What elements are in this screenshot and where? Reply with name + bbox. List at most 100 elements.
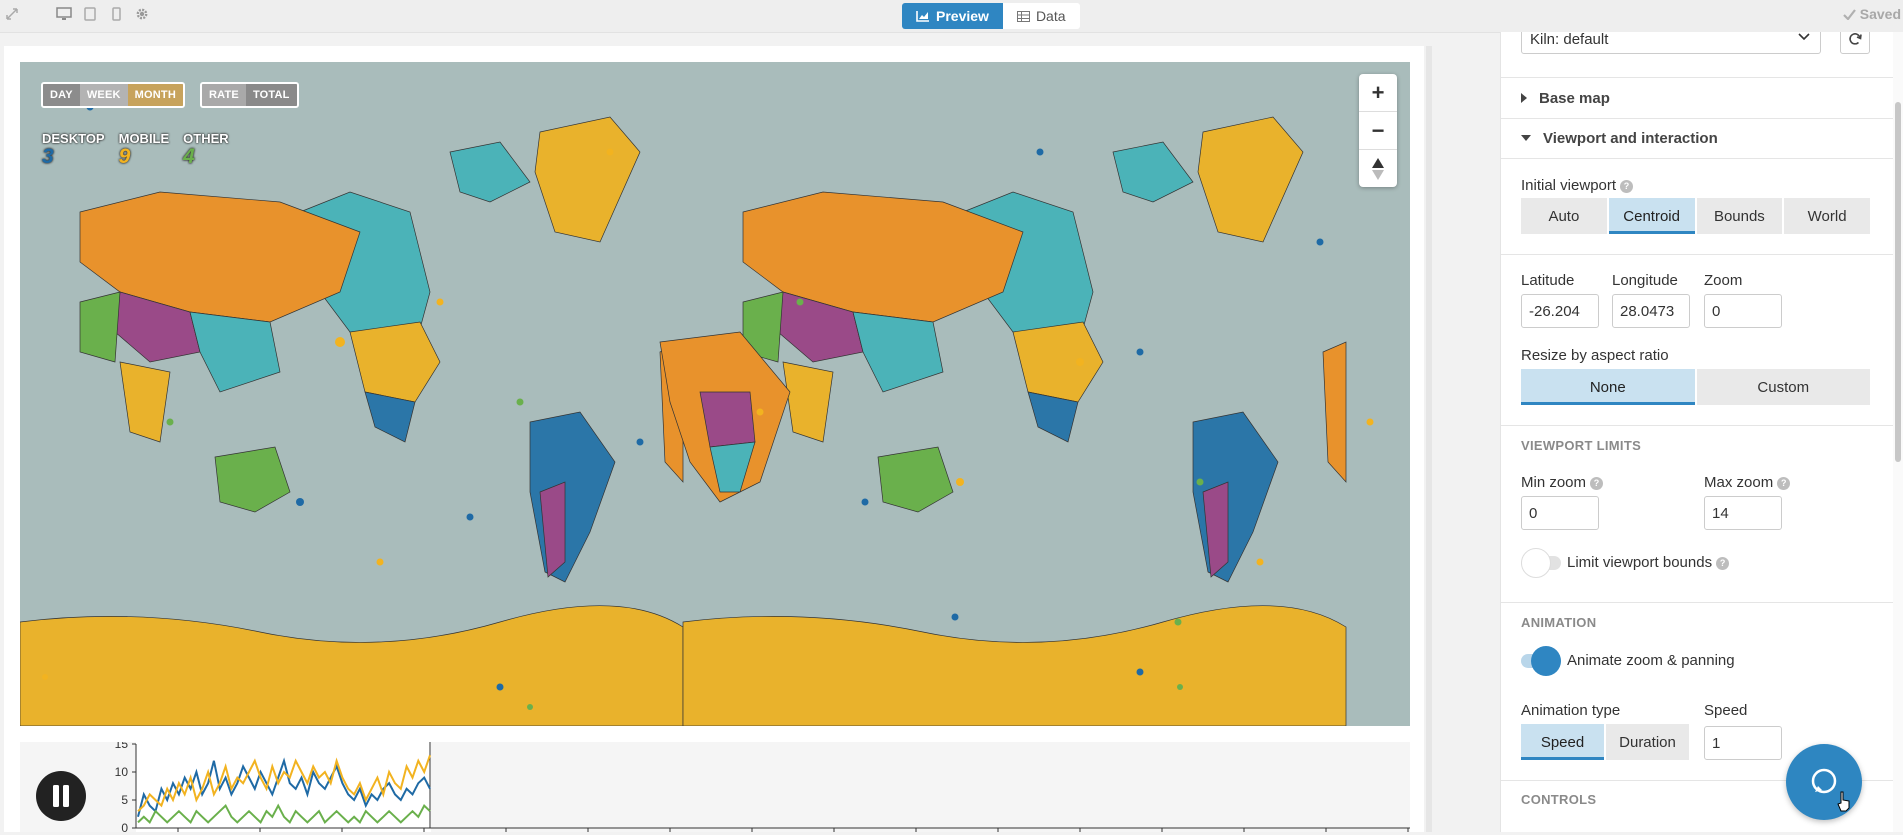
tab-preview-label: Preview bbox=[936, 8, 989, 24]
section-base-map[interactable]: Base map bbox=[1501, 77, 1903, 119]
legend-desktop-label: DESKTOP bbox=[42, 131, 105, 146]
legend-mobile: MOBILE 9 bbox=[119, 131, 170, 168]
legend-other: OTHER 4 bbox=[183, 131, 229, 168]
resize-aspect-options: None Custom bbox=[1521, 369, 1870, 405]
viewport-limits-heading: VIEWPORT LIMITS bbox=[1521, 438, 1642, 453]
device-toolbar bbox=[4, 6, 150, 22]
limit-bounds-text: Limit viewport bounds bbox=[1567, 554, 1713, 571]
help-icon[interactable]: ? bbox=[1777, 476, 1791, 490]
animation-heading: ANIMATION bbox=[1521, 615, 1597, 630]
caret-right-icon bbox=[1521, 93, 1527, 103]
desktop-icon[interactable] bbox=[56, 6, 72, 22]
initial-viewport-options: Auto Centroid Bounds World bbox=[1521, 198, 1870, 234]
help-icon[interactable]: ? bbox=[1590, 476, 1604, 490]
tab-data-label: Data bbox=[1035, 8, 1066, 24]
max-zoom-input[interactable]: 14 bbox=[1704, 496, 1782, 530]
time-range-buttons: DAY WEEK MONTH bbox=[41, 82, 185, 108]
section-base-map-label: Base map bbox=[1539, 89, 1610, 107]
chat-bubble-icon bbox=[1811, 768, 1837, 794]
min-zoom-text: Min zoom bbox=[1521, 474, 1587, 491]
mobile-icon[interactable] bbox=[108, 6, 124, 22]
timeline-y-tick-label: 5 bbox=[121, 793, 128, 807]
reset-north-button[interactable] bbox=[1359, 150, 1397, 187]
template-select-value: Kiln: default bbox=[1530, 32, 1609, 48]
speed-label: Speed bbox=[1704, 702, 1748, 719]
cursor-icon bbox=[1837, 791, 1850, 812]
resize-aspect-label: Resize by aspect ratio bbox=[1521, 347, 1669, 364]
timeline-y-tick-label: 10 bbox=[115, 765, 129, 779]
top-toolbar: Preview Data Saved bbox=[0, 0, 1903, 33]
animate-label: Animate zoom & panning bbox=[1567, 652, 1735, 669]
week-button[interactable]: WEEK bbox=[79, 84, 128, 106]
chevron-down-icon bbox=[1798, 33, 1810, 41]
section-viewport-label: Viewport and interaction bbox=[1543, 129, 1718, 147]
animation-type-options: Speed Duration bbox=[1521, 724, 1689, 760]
legend-other-value: 4 bbox=[183, 145, 195, 168]
tab-data[interactable]: Data bbox=[1002, 3, 1080, 29]
section-viewport[interactable]: Viewport and interaction bbox=[1501, 118, 1903, 159]
max-zoom-text: Max zoom bbox=[1704, 474, 1774, 491]
animation-type-duration[interactable]: Duration bbox=[1606, 724, 1689, 760]
zoom-input[interactable]: 0 bbox=[1704, 294, 1782, 328]
initial-viewport-label: Initial viewport? bbox=[1521, 177, 1634, 194]
viewport-option-world[interactable]: World bbox=[1784, 198, 1870, 234]
expand-icon[interactable] bbox=[4, 6, 20, 22]
total-button[interactable]: TOTAL bbox=[245, 84, 297, 106]
timeline-svg: 15 10 5 0 bbox=[115, 737, 1410, 835]
divider bbox=[1501, 602, 1903, 603]
timeline-y-tick-label: 15 bbox=[115, 742, 129, 751]
limit-bounds-toggle[interactable] bbox=[1521, 548, 1561, 578]
chart-icon bbox=[916, 11, 929, 22]
tablet-icon[interactable] bbox=[82, 6, 98, 22]
refresh-icon bbox=[1849, 33, 1862, 45]
longitude-input[interactable]: 28.0473 bbox=[1612, 294, 1690, 328]
speed-input[interactable]: 1 bbox=[1704, 726, 1782, 760]
viewport-option-centroid[interactable]: Centroid bbox=[1608, 198, 1695, 234]
limit-bounds-label: Limit viewport bounds? bbox=[1567, 554, 1730, 571]
gear-icon[interactable] bbox=[134, 6, 150, 22]
zoom-in-button[interactable]: + bbox=[1359, 74, 1397, 112]
divider bbox=[1501, 425, 1903, 426]
month-button[interactable]: MONTH bbox=[127, 84, 183, 106]
min-zoom-input[interactable]: 0 bbox=[1521, 496, 1599, 530]
compass-icon bbox=[1372, 157, 1384, 180]
template-select[interactable]: Kiln: default bbox=[1521, 32, 1821, 54]
check-icon bbox=[1842, 8, 1856, 20]
scrollbar-thumb[interactable] bbox=[1895, 102, 1901, 462]
panel-divider[interactable] bbox=[1426, 46, 1432, 832]
zoom-label: Zoom bbox=[1704, 272, 1743, 289]
legend-mobile-label: MOBILE bbox=[118, 131, 170, 146]
view-tabs: Preview Data bbox=[902, 3, 1080, 29]
viewport-option-bounds[interactable]: Bounds bbox=[1696, 198, 1783, 234]
help-icon[interactable]: ? bbox=[1620, 179, 1634, 193]
legend-desktop: DESKTOP 3 bbox=[42, 131, 105, 168]
animation-type-label: Animation type bbox=[1521, 702, 1621, 719]
resize-option-none[interactable]: None bbox=[1521, 369, 1695, 405]
animation-type-speed[interactable]: Speed bbox=[1521, 724, 1604, 760]
zoom-controls: + − bbox=[1359, 74, 1397, 187]
min-zoom-label: Min zoom? bbox=[1521, 474, 1604, 491]
map-legend: DESKTOP 3 MOBILE 9 OTHER 4 bbox=[42, 131, 229, 168]
refresh-button[interactable] bbox=[1840, 32, 1870, 54]
legend-mobile-value: 9 bbox=[118, 145, 131, 168]
rate-button[interactable]: RATE bbox=[202, 84, 246, 106]
divider bbox=[1501, 254, 1903, 255]
max-zoom-label: Max zoom? bbox=[1704, 474, 1791, 491]
longitude-label: Longitude bbox=[1612, 272, 1678, 289]
timeline-chart[interactable]: 15 10 5 0 bbox=[20, 737, 1410, 835]
viewport-option-auto[interactable]: Auto bbox=[1521, 198, 1607, 234]
day-button[interactable]: DAY bbox=[43, 84, 80, 106]
zoom-out-button[interactable]: − bbox=[1359, 112, 1397, 150]
initial-viewport-text: Initial viewport bbox=[1521, 177, 1617, 194]
pause-button[interactable] bbox=[36, 771, 86, 821]
tab-preview[interactable]: Preview bbox=[902, 3, 1003, 29]
animate-toggle[interactable] bbox=[1521, 646, 1561, 676]
latitude-input[interactable]: -26.204 bbox=[1521, 294, 1599, 328]
resize-option-custom[interactable]: Custom bbox=[1696, 369, 1870, 405]
legend-other-label: OTHER bbox=[183, 131, 229, 146]
pause-icon bbox=[53, 785, 69, 807]
timeline-y-tick-label: 0 bbox=[121, 821, 128, 832]
help-icon[interactable]: ? bbox=[1716, 556, 1730, 570]
panel-scrollbar[interactable] bbox=[1893, 32, 1903, 832]
mode-buttons: RATE TOTAL bbox=[200, 82, 299, 108]
